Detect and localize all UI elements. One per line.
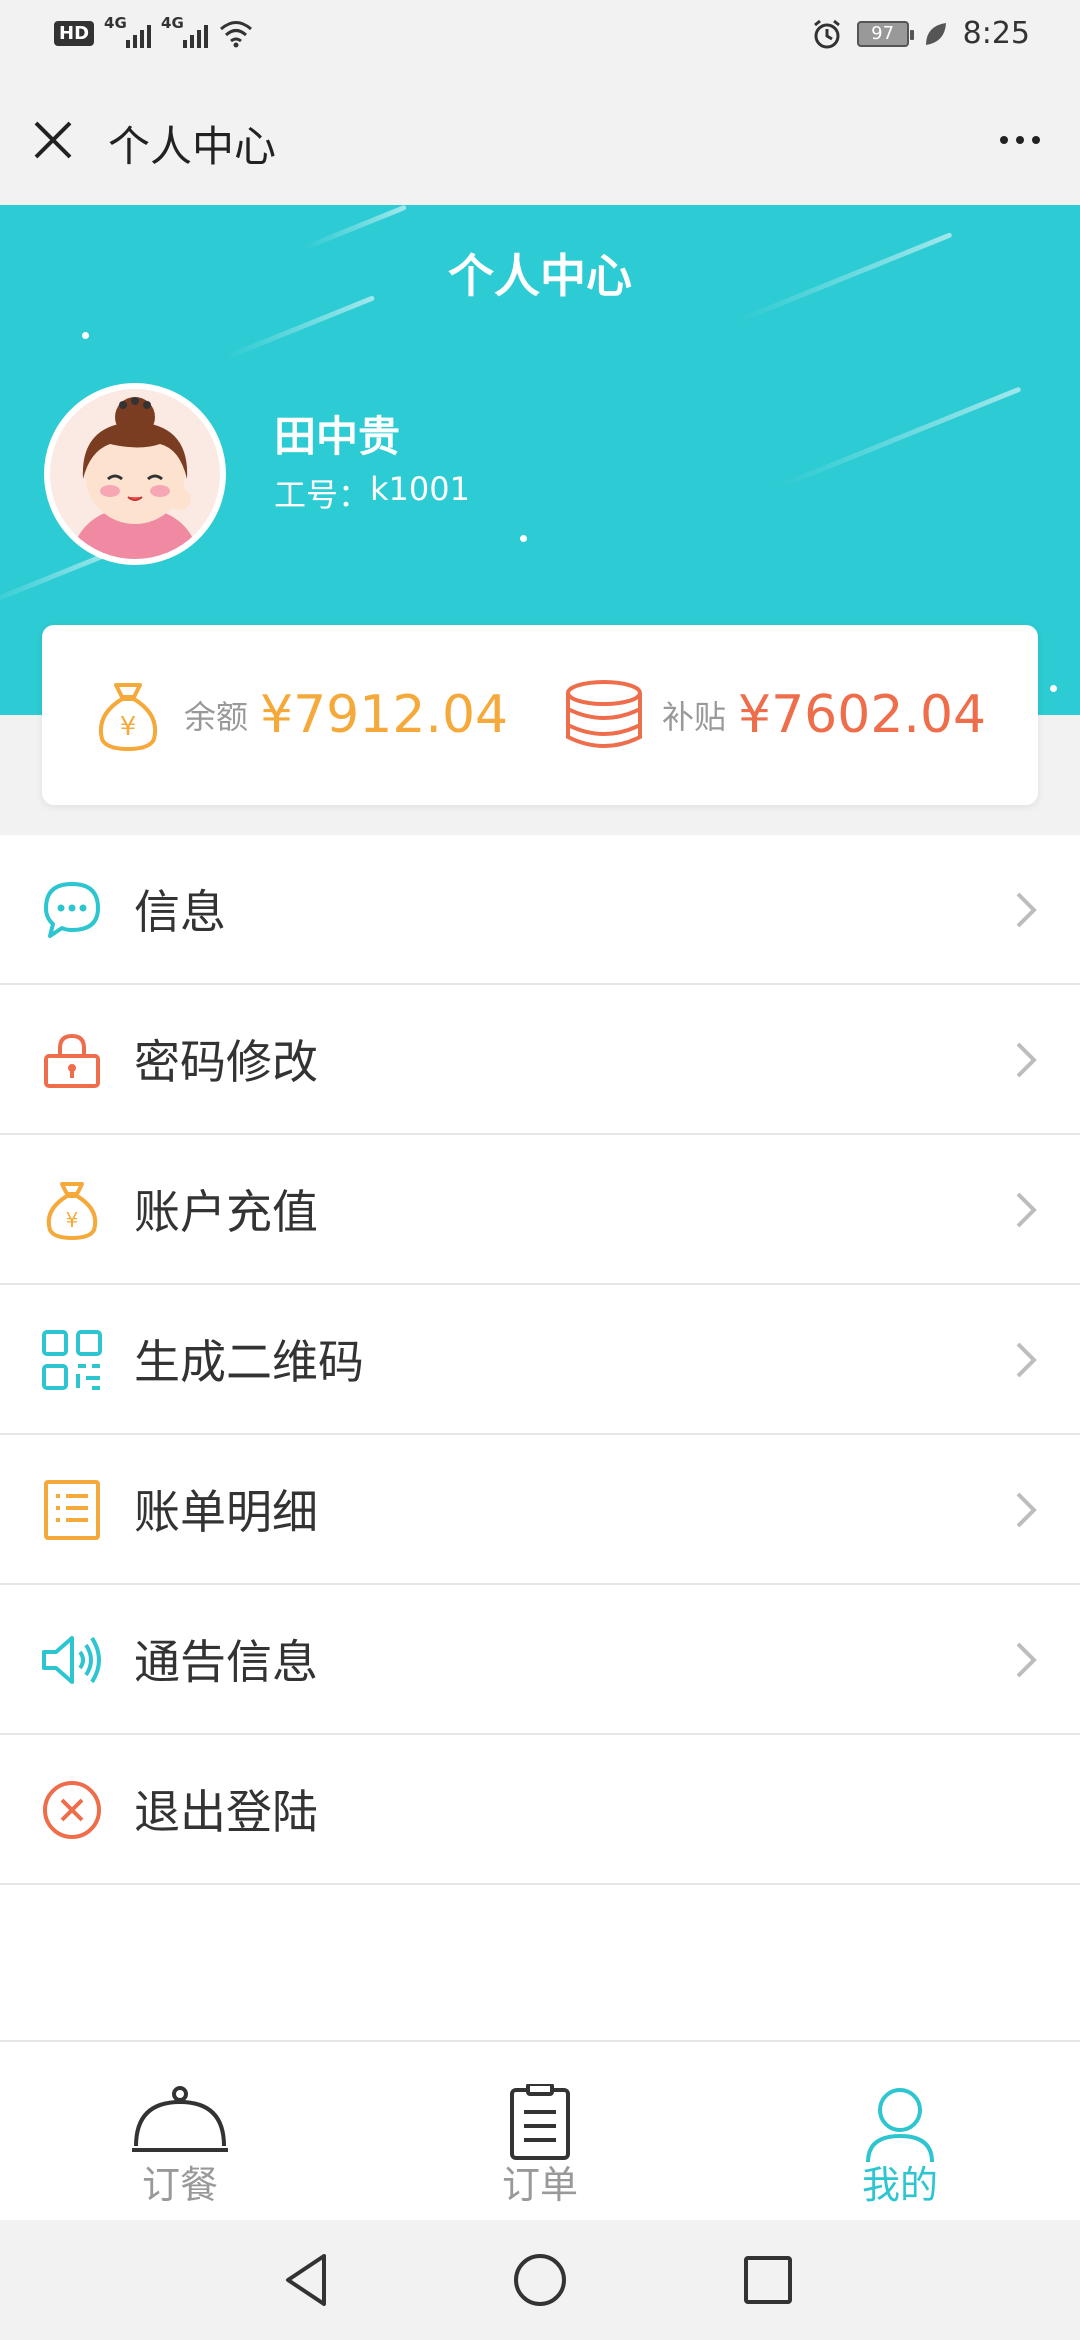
- header-title: 个人中心: [448, 249, 632, 303]
- decor-dot: [1050, 685, 1057, 692]
- balance-label: 余额: [184, 698, 249, 736]
- clipboard-icon: [510, 2084, 570, 2160]
- svg-text:¥: ¥: [120, 712, 137, 742]
- chevron-right-icon: [1016, 1192, 1037, 1228]
- recents-square-icon[interactable]: [736, 2248, 800, 2312]
- app-bar: 个人中心: [0, 75, 1080, 205]
- chevron-right-icon: [1016, 1342, 1037, 1378]
- svg-text:¥: ¥: [66, 1208, 79, 1232]
- chat-bubble-icon: [44, 882, 100, 938]
- decor-dot: [520, 535, 527, 542]
- leaf-icon: [925, 22, 946, 45]
- bottom-tab-bar: 订餐 订单 我的: [0, 2040, 1080, 2220]
- tab-label: 订单: [501, 2163, 578, 2207]
- qr-code-icon: [42, 1330, 102, 1390]
- money-bag-icon: ¥: [99, 683, 157, 752]
- tab-mine[interactable]: 我的: [720, 2042, 1080, 2222]
- list-icon: [44, 1480, 100, 1540]
- chevron-right-icon: [1016, 1492, 1037, 1528]
- chevron-right-icon: [1016, 1642, 1037, 1678]
- user-icon: [866, 2088, 934, 2163]
- close-icon[interactable]: [28, 115, 78, 165]
- status-bar: HD 4G 4G 97 8:25: [0, 0, 1080, 75]
- subsidy-value: ¥7602.04: [738, 685, 987, 745]
- employee-id-row: 工号： k1001: [274, 470, 470, 516]
- avatar[interactable]: [44, 383, 226, 565]
- close-circle-icon: [43, 1781, 101, 1839]
- tab-orders[interactable]: 订单: [360, 2042, 720, 2222]
- alarm-icon: [813, 19, 840, 48]
- home-circle-icon[interactable]: [508, 2248, 572, 2312]
- signal-icon: 4G: [104, 14, 152, 48]
- more-menu-icon[interactable]: [990, 115, 1050, 165]
- tab-label: 订餐: [141, 2163, 218, 2207]
- battery-icon: 97: [856, 20, 914, 47]
- cloche-icon: [132, 2086, 228, 2152]
- subsidy-label: 补贴: [662, 698, 727, 736]
- menu-item-change-password[interactable]: 密码修改: [0, 985, 1080, 1135]
- clock-time: 8:25: [962, 16, 1030, 51]
- coin-stack-icon: [566, 680, 642, 748]
- back-triangle-icon[interactable]: [276, 2248, 340, 2312]
- wifi-icon: [220, 21, 252, 48]
- signal-icon-2: 4G: [161, 14, 209, 48]
- employee-id-value: k1001: [370, 470, 470, 508]
- balance-item[interactable]: ¥ 余额 ¥7912.04: [88, 625, 508, 805]
- menu-item-qr-code[interactable]: 生成二维码: [0, 1285, 1080, 1435]
- menu-item-label: 通告信息: [134, 1635, 318, 1689]
- menu-item-bill-details[interactable]: 账单明细: [0, 1435, 1080, 1585]
- system-nav-bar: [0, 2220, 1080, 2340]
- menu-item-logout[interactable]: 退出登陆: [0, 1735, 1080, 1885]
- avatar-image: [50, 389, 220, 559]
- lock-icon: [44, 1033, 100, 1088]
- menu-item-messages[interactable]: 信息: [0, 835, 1080, 985]
- money-bag-icon: ¥: [46, 1182, 98, 1241]
- menu-item-label: 生成二维码: [134, 1335, 364, 1389]
- balance-card: ¥ 余额 ¥7912.04 补贴 ¥7602.04: [42, 625, 1038, 805]
- employee-id-label: 工号：: [274, 476, 371, 514]
- menu-item-recharge[interactable]: ¥ 账户充值: [0, 1135, 1080, 1285]
- tab-order-food[interactable]: 订餐: [0, 2042, 360, 2222]
- app-title: 个人中心: [108, 122, 277, 171]
- hd-badge: HD: [54, 20, 95, 46]
- menu-item-label: 退出登陆: [134, 1785, 318, 1839]
- decor-dot: [82, 332, 89, 339]
- subsidy-item[interactable]: 补贴 ¥7602.04: [562, 625, 986, 805]
- speaker-icon: [42, 1636, 101, 1684]
- user-name: 田中贵: [274, 412, 401, 461]
- menu-list: 信息 密码修改 ¥ 账户充值 生成二维码 账单明细 通告信息 退出登陆: [0, 835, 1080, 1885]
- menu-item-label: 密码修改: [134, 1035, 318, 1089]
- menu-item-label: 信息: [134, 885, 226, 939]
- chevron-right-icon: [1016, 1042, 1037, 1078]
- decor-streak: [778, 386, 1022, 489]
- menu-item-label: 账单明细: [134, 1485, 318, 1539]
- tab-label: 我的: [861, 2163, 938, 2207]
- menu-item-label: 账户充值: [134, 1185, 318, 1239]
- menu-item-announcements[interactable]: 通告信息: [0, 1585, 1080, 1735]
- chevron-right-icon: [1016, 892, 1037, 928]
- balance-value: ¥7912.04: [260, 685, 509, 745]
